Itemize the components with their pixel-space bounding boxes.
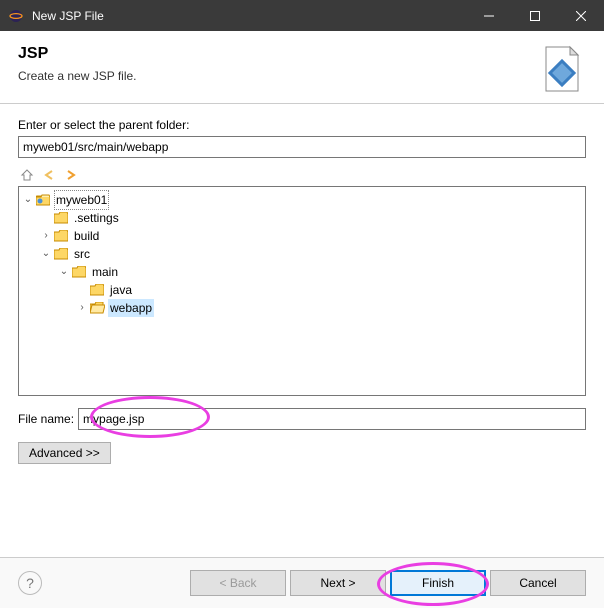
back-arrow-icon[interactable]	[40, 166, 58, 184]
filename-row: File name:	[18, 408, 586, 430]
folder-icon	[53, 228, 69, 244]
tree-node-settings[interactable]: .settings	[39, 209, 583, 227]
back-button[interactable]: < Back	[190, 570, 286, 596]
wizard-content: Enter or select the parent folder: ⌄ myw…	[0, 104, 604, 474]
project-icon	[35, 192, 51, 208]
tree-label: .settings	[72, 209, 121, 227]
title-bar: New JSP File	[0, 0, 604, 31]
tree-label: build	[72, 227, 101, 245]
minimize-button[interactable]	[466, 0, 512, 31]
tree-node-main[interactable]: ⌄ main	[57, 263, 583, 281]
maximize-button[interactable]	[512, 0, 558, 31]
chevron-down-icon[interactable]: ⌄	[57, 263, 71, 281]
home-icon[interactable]	[18, 166, 36, 184]
parent-folder-label: Enter or select the parent folder:	[18, 118, 586, 132]
chevron-right-icon[interactable]: ›	[75, 299, 89, 317]
tree-node-project[interactable]: ⌄ myweb01	[21, 191, 583, 209]
wizard-header: JSP Create a new JSP file.	[0, 31, 604, 104]
tree-node-webapp[interactable]: › webapp	[75, 299, 583, 317]
forward-arrow-icon[interactable]	[62, 166, 80, 184]
filename-label: File name:	[18, 412, 74, 426]
tree-label: myweb01	[54, 190, 109, 210]
tree-toolbar	[18, 164, 586, 186]
jsp-file-icon	[538, 45, 586, 93]
chevron-right-icon[interactable]: ›	[39, 227, 53, 245]
tree-label: main	[90, 263, 120, 281]
finish-button[interactable]: Finish	[390, 570, 486, 596]
folder-open-icon	[89, 300, 105, 316]
tree-node-java[interactable]: java	[75, 281, 583, 299]
next-button[interactable]: Next >	[290, 570, 386, 596]
cancel-button[interactable]: Cancel	[490, 570, 586, 596]
folder-icon	[71, 264, 87, 280]
window-title: New JSP File	[32, 9, 466, 23]
advanced-button[interactable]: Advanced >>	[18, 442, 111, 464]
wizard-button-group: < Back Next > Finish Cancel	[190, 570, 586, 596]
folder-icon	[53, 246, 69, 262]
folder-icon	[53, 210, 69, 226]
help-button[interactable]: ?	[18, 571, 42, 595]
eclipse-icon	[8, 8, 24, 24]
wizard-footer: ? < Back Next > Finish Cancel	[0, 557, 604, 608]
filename-input[interactable]	[78, 408, 586, 430]
page-description: Create a new JSP file.	[18, 69, 538, 83]
chevron-down-icon[interactable]: ⌄	[39, 245, 53, 263]
tree-label: webapp	[108, 299, 154, 317]
tree-node-build[interactable]: › build	[39, 227, 583, 245]
chevron-down-icon[interactable]: ⌄	[21, 191, 35, 209]
tree-label: java	[108, 281, 134, 299]
folder-icon	[89, 282, 105, 298]
tree-label: src	[72, 245, 92, 263]
parent-folder-input[interactable]	[18, 136, 586, 158]
tree-node-src[interactable]: ⌄ src	[39, 245, 583, 263]
close-button[interactable]	[558, 0, 604, 31]
folder-tree[interactable]: ⌄ myweb01 .settings › build	[18, 186, 586, 396]
page-title: JSP	[18, 45, 538, 63]
